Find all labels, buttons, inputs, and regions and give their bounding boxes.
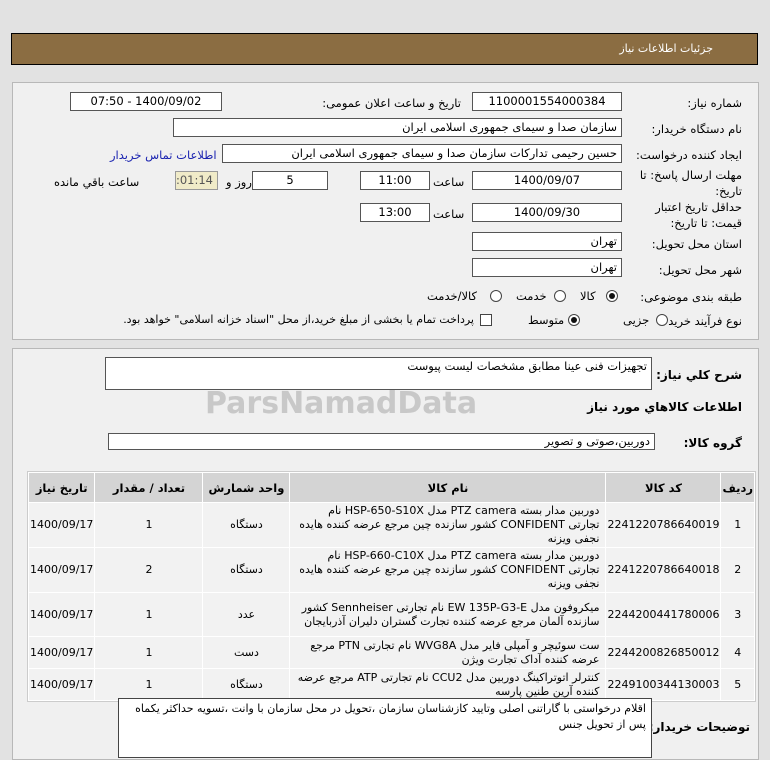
goods-group-field: دوربین،صوتی و تصویر <box>108 433 655 450</box>
item-name: ست سوئیچر و آمپلی فایر مدل WVG8A نام تجا… <box>290 637 606 668</box>
city-label: شهر محل تحویل: <box>658 263 742 277</box>
table-header-row: ردیف کد کالا نام کالا واحد شمارش تعداد /… <box>29 473 754 502</box>
col-row: ردیف <box>721 473 754 502</box>
announce-date-field: 1400/09/02 - 07:50 <box>70 92 222 111</box>
buyer-org-field: سازمان صدا و سیمای جمهوری اسلامی ایران <box>173 118 622 137</box>
table-row: 3 2244200441780006 میکروفون مدل EW 135P-G3… <box>29 593 754 636</box>
deadline-label-2: تاریخ: <box>715 184 742 198</box>
deadline-label: مهلت ارسال پاسخ: تا <box>639 168 742 182</box>
validity-time-label: ساعت <box>433 207 465 221</box>
goods-section-title: اطلاعات کالاهاي مورد نیاز <box>587 400 742 414</box>
item-name: میکروفون مدل EW 135P-G3-E نام تجارتی Sen… <box>290 593 606 636</box>
table-row: 5 2249100344130003 کنترلر اتوتراکینگ دوربی… <box>29 669 754 700</box>
item-name: دوربین مدار بسته PTZ camera مدل HSP-660-… <box>290 548 606 592</box>
col-qty: تعداد / مقدار <box>95 473 203 502</box>
item-quantity: 1 <box>95 669 203 700</box>
item-quantity: 1 <box>95 593 203 636</box>
col-date: تاریخ نیاز <box>29 473 95 502</box>
summary-label: شرح کلي نیاز: <box>656 368 742 382</box>
row-number: 3 <box>721 593 754 636</box>
category-radio-goods[interactable] <box>606 290 618 302</box>
category-radio-service[interactable] <box>554 290 566 302</box>
deadline-time-field: 11:00 <box>360 171 430 190</box>
need-date: 1400/09/17 <box>29 503 95 547</box>
remaining-time-label: ساعت باقي مانده <box>54 175 140 189</box>
category-option-service: خدمت <box>516 289 547 303</box>
announce-date-label: تاریخ و ساعت اعلان عمومی: <box>322 96 461 110</box>
item-quantity: 2 <box>95 548 203 592</box>
need-date: 1400/09/17 <box>29 593 95 636</box>
process-radio-medium[interactable] <box>568 314 580 326</box>
row-number: 2 <box>721 548 754 592</box>
validity-label-2: قیمت: تا تاریخ: <box>670 216 742 230</box>
col-name: نام کالا <box>290 473 606 502</box>
buyer-notes-field: اقلام درخواستی با گاراتنی اصلی وتایید کا… <box>118 698 652 758</box>
item-name: دوربین مدار بسته PTZ camera مدل HSP-650-… <box>290 503 606 547</box>
need-date: 1400/09/17 <box>29 548 95 592</box>
row-number: 5 <box>721 669 754 700</box>
deadline-days-field: 5 <box>252 171 328 190</box>
goods-table: ردیف کد کالا نام کالا واحد شمارش تعداد /… <box>27 471 756 702</box>
item-unit: دست <box>203 637 290 668</box>
page-title: جزئیات اطلاعات نیاز <box>619 42 713 55</box>
buyer-notes-label: توضیحات خریدار: <box>648 720 750 734</box>
requester-label: ایجاد کننده درخواست: <box>636 148 742 162</box>
province-label: استان محل تحویل: <box>651 237 742 251</box>
item-quantity: 1 <box>95 503 203 547</box>
col-unit: واحد شمارش <box>203 473 290 502</box>
item-unit: دستگاه <box>203 503 290 547</box>
remaining-time-field: 03:01:14 <box>175 171 218 190</box>
treasury-checkbox-label: پرداخت تمام یا بخشی از مبلغ خرید،از محل … <box>123 313 474 326</box>
buyer-org-label: نام دستگاه خریدار: <box>651 122 742 136</box>
process-label: نوع فرآیند خرید : <box>660 314 742 328</box>
item-unit: عدد <box>203 593 290 636</box>
item-name: کنترلر اتوتراکینگ دوربین مدل CCU2 نام تج… <box>290 669 606 700</box>
process-option-medium: متوسط <box>528 313 565 327</box>
goods-group-label: گروه کالا: <box>683 436 742 450</box>
validity-label: حداقل تاریخ اعتبار <box>655 200 742 214</box>
validity-date-field: 1400/09/30 <box>472 203 622 222</box>
province-field: تهران <box>472 232 622 251</box>
days-label: روز و <box>226 175 252 189</box>
item-code: 2241220786640019 <box>606 503 721 547</box>
row-number: 4 <box>721 637 754 668</box>
buyer-contact-link[interactable]: اطلاعات تماس خریدار <box>110 148 217 162</box>
category-option-goods: کالا <box>580 289 596 303</box>
category-option-both: کالا/خدمت <box>427 289 478 303</box>
requester-field: حسین رحیمی تدارکات سازمان صدا و سیمای جم… <box>222 144 622 163</box>
table-row: 2 2241220786640018 دوربین مدار بسته PTZ ca… <box>29 548 754 592</box>
validity-time-field: 13:00 <box>360 203 430 222</box>
treasury-checkbox[interactable] <box>480 314 492 326</box>
item-code: 2249100344130003 <box>606 669 721 700</box>
row-number: 1 <box>721 503 754 547</box>
category-label: طبقه بندی موضوعی: <box>640 290 742 304</box>
process-radio-minor[interactable] <box>656 314 668 326</box>
need-date: 1400/09/17 <box>29 669 95 700</box>
process-option-minor: جزیی <box>623 313 650 327</box>
col-code: کد کالا <box>606 473 721 502</box>
item-code: 2241220786640018 <box>606 548 721 592</box>
table-row: 1 2241220786640019 دوربین مدار بسته PTZ ca… <box>29 503 754 547</box>
item-unit: دستگاه <box>203 548 290 592</box>
category-radio-both[interactable] <box>490 290 502 302</box>
city-field: تهران <box>472 258 622 277</box>
need-number-field: 1100001554000384 <box>472 92 622 111</box>
item-quantity: 1 <box>95 637 203 668</box>
need-date: 1400/09/17 <box>29 637 95 668</box>
need-number-label: شماره نیاز: <box>687 96 742 110</box>
item-code: 2244200441780006 <box>606 593 721 636</box>
item-code: 2244200826850012 <box>606 637 721 668</box>
deadline-time-label: ساعت <box>433 175 465 189</box>
page-header: جزئیات اطلاعات نیاز <box>11 33 758 65</box>
summary-field: تجهیزات فنی عینا مطابق مشخصات لیست پیوست <box>105 357 652 390</box>
item-unit: دستگاه <box>203 669 290 700</box>
deadline-date-field: 1400/09/07 <box>472 171 622 190</box>
table-row: 4 2244200826850012 ست سوئیچر و آمپلی فایر … <box>29 637 754 668</box>
